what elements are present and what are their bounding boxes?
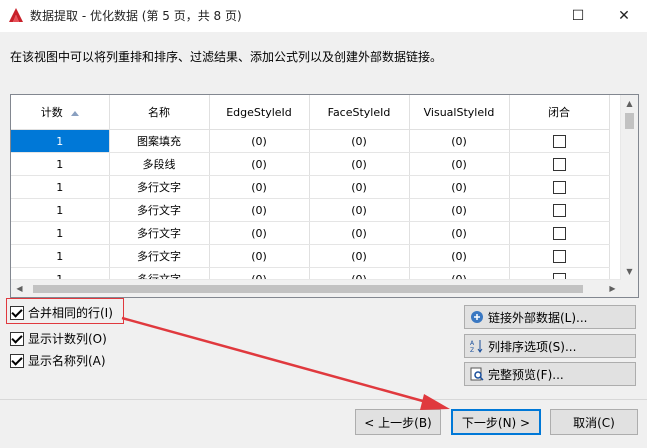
annotation-arrow-head: [420, 394, 450, 410]
annotation-arrow-line: [121, 316, 431, 405]
annotation-arrow: [121, 316, 450, 410]
